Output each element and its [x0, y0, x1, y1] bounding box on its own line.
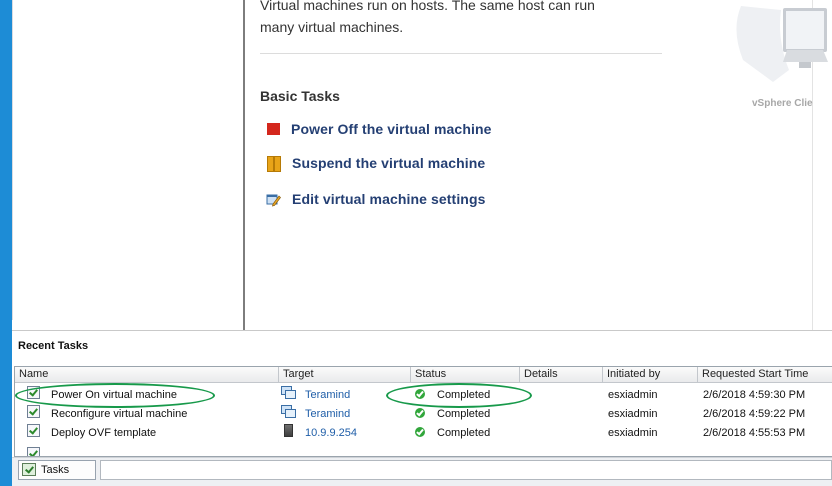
power-off-icon	[267, 123, 280, 135]
task-status-icon	[27, 405, 40, 424]
suspend-icon	[265, 155, 281, 172]
column-header-details[interactable]: Details	[520, 367, 603, 383]
task-status-icon	[27, 447, 40, 456]
task-target-link[interactable]: Teramind	[305, 405, 350, 424]
completed-icon	[415, 386, 437, 405]
column-header-status[interactable]: Status	[411, 367, 520, 383]
completed-icon	[415, 405, 437, 424]
tasks-tab[interactable]: Tasks	[18, 460, 96, 480]
divider	[260, 53, 662, 54]
task-start-time: 2/6/2018 4:59:30 PM	[703, 389, 806, 401]
column-header-target[interactable]: Target	[279, 367, 411, 383]
summary-content: Virtual machines run on hosts. The same …	[245, 0, 832, 330]
table-row[interactable]: Deploy OVF template 10.9.9.254 Completed…	[15, 424, 832, 443]
column-header-initiated-by[interactable]: Initiated by	[603, 367, 698, 383]
task-initiated-by: esxiadmin	[608, 427, 658, 439]
window-frame-edge	[0, 0, 12, 486]
intro-text: Virtual machines run on hosts. The same …	[260, 0, 680, 38]
task-status-icon	[27, 386, 40, 405]
tasks-tab-label: Tasks	[41, 464, 70, 476]
vm-icon	[281, 405, 296, 424]
task-initiated-by: esxiadmin	[608, 389, 658, 401]
power-off-link[interactable]: Power Off the virtual machine	[265, 118, 492, 140]
task-name: Reconfigure virtual machine	[51, 408, 188, 420]
task-target-link[interactable]: 10.9.9.254	[305, 424, 357, 443]
suspend-label: Suspend the virtual machine	[292, 155, 486, 171]
task-name: Deploy OVF template	[51, 427, 157, 439]
task-status: Completed	[437, 389, 491, 401]
edit-settings-label: Edit virtual machine settings	[292, 191, 486, 207]
bottom-tab-bar: Tasks	[12, 457, 832, 486]
task-status: Completed	[437, 408, 491, 420]
suspend-link[interactable]: Suspend the virtual machine	[265, 152, 485, 174]
basic-tasks-title: Basic Tasks	[260, 88, 340, 104]
table-row[interactable]: Power On virtual machine Teramind Comple…	[15, 386, 832, 405]
vsphere-client-label: vSphere Clie	[752, 98, 813, 109]
intro-line-1: Virtual machines run on hosts. The same …	[260, 0, 595, 13]
task-status-icon	[27, 424, 40, 443]
vsphere-client-graphic	[733, 0, 832, 110]
intro-line-2: many virtual machines.	[260, 19, 404, 35]
status-field	[100, 460, 832, 480]
edit-settings-link[interactable]: Edit virtual machine settings	[265, 188, 486, 210]
task-start-time: 2/6/2018 4:59:22 PM	[703, 408, 806, 420]
power-off-label: Power Off the virtual machine	[291, 121, 492, 137]
table-row[interactable]: Reconfigure virtual machine Teramind Com…	[15, 405, 832, 424]
task-status: Completed	[437, 427, 491, 439]
edit-settings-icon	[265, 191, 281, 207]
vm-icon	[281, 386, 296, 405]
recent-tasks-header: Recent Tasks	[12, 331, 832, 364]
task-name: Power On virtual machine	[51, 389, 177, 401]
completed-icon	[415, 424, 437, 443]
recent-tasks-title: Recent Tasks	[18, 340, 89, 352]
column-header-start-time[interactable]: Requested Start Time	[698, 367, 832, 383]
task-start-time: 2/6/2018 4:55:53 PM	[703, 427, 806, 439]
task-initiated-by: esxiadmin	[608, 408, 658, 420]
table-row-partial	[15, 443, 832, 456]
host-icon	[284, 424, 293, 443]
inventory-panel	[13, 0, 245, 330]
recent-tasks-table: Name Target Status Details Initiated by …	[14, 366, 832, 457]
task-target-link[interactable]: Teramind	[305, 386, 350, 405]
column-header-name[interactable]: Name	[15, 367, 279, 383]
tasks-icon	[22, 463, 36, 476]
